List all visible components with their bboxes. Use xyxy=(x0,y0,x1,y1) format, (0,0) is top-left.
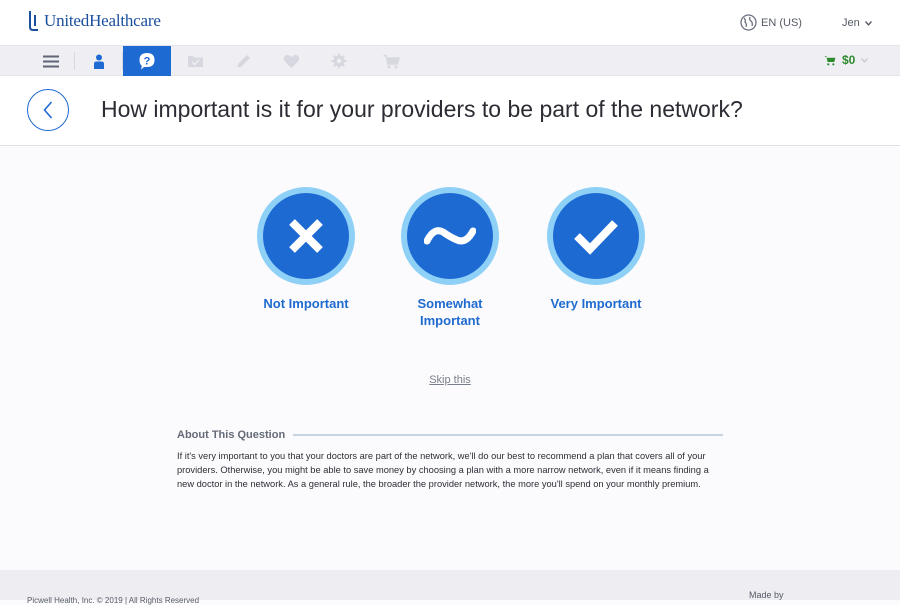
language-label: EN (US) xyxy=(761,16,802,29)
logo-mark-icon xyxy=(29,11,38,31)
option-not-important[interactable]: Not Important xyxy=(246,187,366,312)
skip-link[interactable]: Skip this xyxy=(0,374,900,386)
question-title: How important is it for your providers t… xyxy=(101,96,743,122)
option-label: Not Important xyxy=(263,296,349,311)
x-icon xyxy=(289,219,323,253)
made-by-text: Made by xyxy=(749,590,784,600)
chevron-left-icon xyxy=(43,101,53,119)
skip-link-label[interactable]: Skip this xyxy=(429,374,471,386)
toolbar-cart-button[interactable] xyxy=(367,46,415,76)
divider xyxy=(293,434,723,436)
option-icon-ring xyxy=(401,187,499,285)
toolbar-edit-button[interactable] xyxy=(219,46,267,76)
toolbar-menu-button[interactable] xyxy=(27,46,75,76)
about-body: If it's very important to you that your … xyxy=(177,451,709,489)
user-menu[interactable]: Jen xyxy=(842,17,872,29)
top-header: UnitedHealthcare EN (US) Jen xyxy=(0,0,900,45)
chevron-down-icon xyxy=(864,20,872,26)
checkmark-icon xyxy=(574,220,618,255)
tilde-icon xyxy=(424,227,476,245)
globe-icon xyxy=(740,14,757,31)
option-somewhat-important[interactable]: Somewhat Important xyxy=(390,187,510,329)
cart-icon xyxy=(824,55,836,65)
about-heading-row: About This Question xyxy=(177,429,723,441)
about-section: About This Question If it's very importa… xyxy=(177,429,723,491)
toolbar-documents-button[interactable] xyxy=(171,46,219,76)
option-icon-disc xyxy=(263,193,349,279)
option-icon-disc xyxy=(553,193,639,279)
option-icon-ring xyxy=(547,187,645,285)
heart-icon xyxy=(283,54,299,68)
copyright-text: Picwell Health, Inc. © 2019 | All Rights… xyxy=(27,596,200,605)
option-label: Somewhat Important xyxy=(417,296,483,328)
about-heading: About This Question xyxy=(177,429,286,441)
cart-icon xyxy=(383,54,400,68)
toolbar-questions-button[interactable]: ? xyxy=(123,46,171,76)
option-very-important[interactable]: Very Important xyxy=(536,187,656,312)
chevron-down-icon xyxy=(861,57,869,63)
logo-text: UnitedHealthcare xyxy=(44,11,161,30)
question-header: How important is it for your providers t… xyxy=(0,76,900,146)
nav-toolbar: ? $0 xyxy=(0,45,900,76)
pencil-icon xyxy=(237,54,250,67)
person-icon xyxy=(94,54,104,69)
gear-icon xyxy=(331,53,347,69)
toolbar-profile-button[interactable] xyxy=(75,46,123,76)
option-icon-disc xyxy=(407,193,493,279)
toolbar-favorites-button[interactable] xyxy=(267,46,315,76)
cart-summary[interactable]: $0 xyxy=(824,53,869,67)
back-button[interactable] xyxy=(27,89,69,131)
option-label: Very Important xyxy=(550,296,642,311)
menu-icon xyxy=(43,55,59,67)
svg-text:?: ? xyxy=(144,55,151,67)
option-icon-ring xyxy=(257,187,355,285)
folder-icon xyxy=(187,56,203,67)
user-name: Jen xyxy=(842,17,860,29)
footer: Picwell Health, Inc. © 2019 | All Rights… xyxy=(0,570,900,605)
toolbar-settings-button[interactable] xyxy=(315,46,363,76)
question-icon: ? xyxy=(139,53,155,70)
cart-amount: $0 xyxy=(842,53,856,67)
unitedhealthcare-logo[interactable]: UnitedHealthcare xyxy=(27,8,161,34)
language-selector[interactable]: EN (US) xyxy=(740,14,802,31)
